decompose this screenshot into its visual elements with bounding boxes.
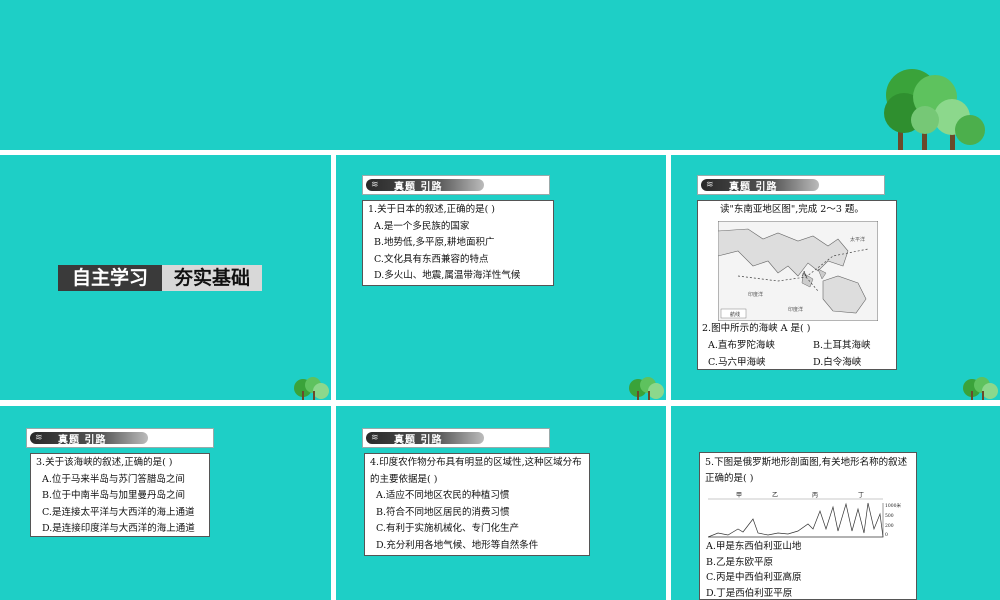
question-slide-5[interactable]: 5.下图是俄罗斯地形剖面图,有关地形名称的叙述正确的是( ) 甲 乙 丙 丁 1… (671, 406, 1000, 600)
svg-text:A: A (801, 271, 807, 278)
southeast-asia-map: A 印度洋 印度洋 太平洋 航线 (718, 221, 878, 321)
tree-decoration-icon (294, 377, 329, 400)
top-banner-slide (0, 0, 1000, 150)
option-b[interactable]: B.符合不同地区居民的消费习惯 (370, 505, 584, 522)
question-stem: 3.关于该海峡的叙述,正确的是( ) (36, 457, 173, 468)
option-a[interactable]: A.甲是东西伯利亚山地 (706, 539, 801, 555)
question-box: 1.关于日本的叙述,正确的是( ) A.是一个多民族的国家 B.地势低,多平原,… (362, 200, 554, 286)
option-b[interactable]: B.地势低,多平原,耕地面积广 (368, 235, 548, 252)
banner-foundation: 夯实基础 (162, 265, 262, 291)
wave-icon: ≋ (35, 433, 43, 443)
option-b[interactable]: B.土耳其海峡 (801, 337, 894, 354)
header-pill: ≋ 真题 引路 (366, 179, 484, 193)
header-pill: ≋ 真题 引路 (701, 179, 819, 193)
option-d[interactable]: D.充分利用各地气候、地形等自然条件 (370, 538, 584, 555)
question-slide-4[interactable]: ≋ 真题 引路 4.印度农作物分布具有明显的区域性,这种区域分布的主要依据是( … (336, 406, 666, 600)
ocean-label-south: 印度洋 (788, 306, 803, 313)
options-list: A.甲是东西伯利亚山地 B.乙是东欧平原 C.丙是中西伯利亚高原 D.丁是西伯利… (706, 539, 801, 600)
section-header: ≋ 真题 引路 (26, 428, 214, 448)
option-c[interactable]: C.丙是中西伯利亚高原 (706, 570, 801, 586)
question-slide-2[interactable]: ≋ 真题 引路 读"东南亚地区图",完成 2～3 题。 A 印度洋 印度洋 太平… (671, 155, 1000, 400)
option-d[interactable]: D.白令海峡 (801, 354, 894, 371)
question-slide-1[interactable]: ≋ 真题 引路 1.关于日本的叙述,正确的是( ) A.是一个多民族的国家 B.… (336, 155, 666, 400)
question-stem: 4.印度农作物分布具有明显的区域性,这种区域分布的主要依据是( ) (370, 457, 582, 485)
header-label: 真题 引路 (729, 182, 778, 193)
tree-decoration-icon (629, 377, 664, 400)
option-a[interactable]: A.位于马来半岛与苏门答腊岛之间 (36, 472, 204, 489)
option-a[interactable]: A.适应不同地区农民的种植习惯 (370, 488, 584, 505)
scale-1000: 1000米 (885, 502, 901, 509)
options-grid: A.直布罗陀海峡 B.土耳其海峡 C.马六甲海峡 D.白令海峡 (708, 337, 894, 371)
profile-label-ding: 丁 (858, 492, 864, 499)
header-pill: ≋ 真题 引路 (30, 432, 148, 446)
option-d[interactable]: D.是连接印度洋与大西洋的海上通道 (36, 521, 204, 538)
map-question-box: 读"东南亚地区图",完成 2～3 题。 A 印度洋 印度洋 太平洋 航线 2.图… (697, 200, 897, 370)
russia-terrain-profile: 甲 乙 丙 丁 1000米 500 200 0 (708, 492, 901, 538)
option-c[interactable]: C.文化具有东西兼容的特点 (368, 252, 548, 269)
banner-self-study: 自主学习 (58, 265, 162, 291)
option-a[interactable]: A.直布罗陀海峡 (708, 337, 801, 354)
map-legend: 航线 (730, 311, 740, 318)
question-stem: 1.关于日本的叙述,正确的是( ) (368, 204, 496, 215)
option-c[interactable]: C.马六甲海峡 (708, 354, 801, 371)
profile-label-bing: 丙 (812, 492, 818, 499)
header-pill: ≋ 真题 引路 (366, 432, 484, 446)
wave-icon: ≋ (371, 180, 379, 190)
section-header: ≋ 真题 引路 (697, 175, 885, 195)
option-b[interactable]: B.乙是东欧平原 (706, 555, 801, 571)
section-header: ≋ 真题 引路 (362, 428, 550, 448)
option-d[interactable]: D.丁是西伯利亚平原 (706, 586, 801, 600)
profile-label-yi: 乙 (772, 492, 778, 499)
profile-label-jia: 甲 (736, 492, 742, 499)
tree-decoration-icon (884, 69, 985, 150)
question-stem: 5.下图是俄罗斯地形剖面图,有关地形名称的叙述正确的是( ) (705, 457, 908, 484)
scale-200: 200 (885, 523, 894, 529)
section-title-slide[interactable]: 自主学习 夯实基础 (0, 155, 331, 400)
wave-icon: ≋ (706, 180, 714, 190)
wave-icon: ≋ (371, 433, 379, 443)
scale-0: 0 (885, 532, 888, 538)
option-d[interactable]: D.多火山、地震,属温带海洋性气候 (368, 268, 548, 285)
option-c[interactable]: C.是连接太平洋与大西洋的海上通道 (36, 505, 204, 522)
scale-500: 500 (885, 513, 894, 519)
header-label: 真题 引路 (394, 182, 443, 193)
section-header: ≋ 真题 引路 (362, 175, 550, 195)
map-intro: 读"东南亚地区图",完成 2～3 题。 (720, 204, 864, 215)
ocean-label-west: 印度洋 (748, 291, 763, 298)
option-b[interactable]: B.位于中南半岛与加里曼丹岛之间 (36, 488, 204, 505)
question-stem: 2.图中所示的海峡 A 是( ) (702, 323, 811, 334)
header-label: 真题 引路 (58, 435, 107, 446)
question-box: 3.关于该海峡的叙述,正确的是( ) A.位于马来半岛与苏门答腊岛之间 B.位于… (30, 453, 210, 537)
option-a[interactable]: A.是一个多民族的国家 (368, 219, 548, 236)
question-box: 4.印度农作物分布具有明显的区域性,这种区域分布的主要依据是( ) A.适应不同… (364, 453, 590, 556)
header-label: 真题 引路 (394, 435, 443, 446)
option-c[interactable]: C.有利于实施机械化、专门化生产 (370, 521, 584, 538)
tree-decoration-icon (963, 377, 998, 400)
question-slide-3[interactable]: ≋ 真题 引路 3.关于该海峡的叙述,正确的是( ) A.位于马来半岛与苏门答腊… (0, 406, 331, 600)
ocean-label-pacific: 太平洋 (850, 236, 865, 243)
profile-question-box: 5.下图是俄罗斯地形剖面图,有关地形名称的叙述正确的是( ) 甲 乙 丙 丁 1… (699, 452, 917, 600)
